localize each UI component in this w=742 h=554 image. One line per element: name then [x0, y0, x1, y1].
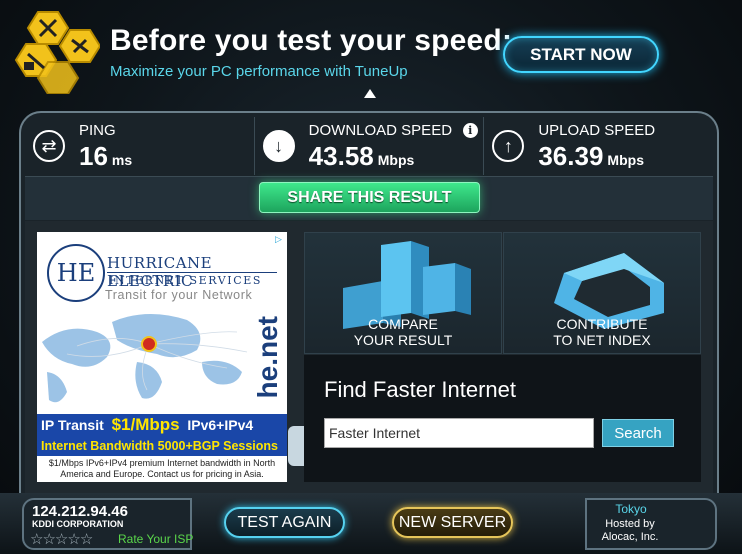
banner-subtitle[interactable]: Maximize your PC performance with TuneUp	[110, 63, 408, 80]
find-faster-internet-panel: Find Faster Internet Search	[304, 355, 701, 482]
server-city: Tokyo	[615, 502, 647, 516]
star-icon[interactable]: ☆	[67, 531, 80, 548]
ad-brand: he.net	[252, 316, 283, 399]
tools-hex-logo-icon	[14, 11, 100, 94]
speedtest-app: Before you test your speed: Maximize you…	[0, 0, 742, 554]
star-icon[interactable]: ☆	[80, 531, 93, 548]
upload-unit: Mbps	[607, 152, 644, 168]
upload-label: UPLOAD SPEED	[538, 122, 656, 139]
compare-line1: COMPARE	[368, 316, 438, 332]
upload-stat: ↑ UPLOAD SPEED 36.39 Mbps	[484, 117, 713, 175]
upload-value: 36.39 Mbps	[538, 141, 644, 172]
ad-fineprint: $1/Mbps IPv6+IPv4 premium Internet bandw…	[48, 458, 276, 479]
contribute-label: CONTRIBUTE TO NET INDEX	[504, 316, 700, 348]
start-now-button[interactable]: START NOW	[503, 36, 659, 73]
host-name: Alocac, Inc.	[601, 531, 659, 543]
ad-transit-prefix: IP Transit	[41, 417, 104, 433]
ad-price: $1/Mbps	[111, 415, 180, 434]
ad-subtitle: INTERNET SERVICES	[109, 274, 263, 287]
ping-unit: ms	[111, 152, 133, 168]
find-search-input[interactable]	[324, 418, 594, 448]
test-again-button[interactable]: TEST AGAIN	[224, 507, 345, 538]
hurricane-electric-ad[interactable]: ▷ HE HURRICANE ELECTRIC INTERNET SERVICE…	[37, 232, 287, 482]
rate-isp-link[interactable]: Rate Your ISP	[118, 532, 193, 546]
compare-line2: YOUR RESULT	[353, 332, 453, 348]
rating-stars[interactable]: ☆☆☆☆☆	[30, 530, 93, 548]
contribute-net-index-tile[interactable]: CONTRIBUTE TO NET INDEX	[503, 232, 701, 354]
download-number: 43.58	[308, 141, 374, 171]
server-host: Hosted by Alocac, Inc.	[590, 518, 670, 544]
banner-title: Before you test your speed:	[110, 24, 513, 57]
contribute-line2: TO NET INDEX	[553, 332, 651, 348]
compare-label: COMPARE YOUR RESULT	[305, 316, 501, 348]
ping-number: 16	[79, 141, 108, 171]
adchoices-icon[interactable]: ▷	[275, 234, 285, 244]
find-search-button[interactable]: Search	[602, 419, 674, 447]
tuneup-banner[interactable]: Before you test your speed: Maximize you…	[0, 0, 742, 110]
download-label: DOWNLOAD SPEED	[308, 122, 453, 139]
share-result-button[interactable]: SHARE THIS RESULT	[259, 182, 480, 213]
hosted-by-label: Hosted by	[605, 518, 655, 530]
caret-up-icon	[364, 89, 376, 98]
ad-tagline: Transit for your Network	[105, 288, 253, 302]
star-icon[interactable]: ☆	[30, 531, 43, 548]
ad-ipv: IPv6+IPv4	[187, 417, 254, 433]
ping-stat: ⇄ PING 16 ms	[25, 117, 255, 175]
upload-number: 36.39	[538, 141, 604, 171]
contribute-line1: CONTRIBUTE	[556, 316, 648, 332]
star-icon[interactable]: ☆	[42, 531, 55, 548]
star-icon[interactable]: ☆	[55, 531, 68, 548]
download-unit: Mbps	[377, 152, 415, 168]
download-arrow-icon: ↓	[262, 130, 295, 162]
ping-label: PING	[79, 122, 116, 139]
download-value: 43.58 Mbps	[309, 141, 415, 172]
world-map-icon	[42, 313, 248, 403]
ping-value: 16 ms	[79, 141, 132, 172]
ad-divider	[107, 272, 277, 273]
share-side-tab[interactable]	[288, 426, 304, 466]
find-title: Find Faster Internet	[324, 377, 516, 402]
ad-bandwidth-bar: Internet Bandwidth 5000+BGP Sessions	[37, 436, 287, 456]
isp-name: KDDI CORPORATION	[32, 519, 124, 529]
compare-result-tile[interactable]: COMPARE YOUR RESULT	[304, 232, 502, 354]
he-logo-icon: HE	[47, 244, 105, 302]
download-stat: ↓ DOWNLOAD SPEED i 43.58 Mbps	[255, 117, 485, 175]
stats-bar: ⇄ PING 16 ms ↓ DOWNLOAD SPEED i 43.58 Mbps…	[25, 117, 713, 175]
ad-transit-bar: IP Transit $1/Mbps IPv6+IPv4	[37, 414, 287, 436]
info-icon[interactable]: i	[462, 123, 478, 138]
new-server-button[interactable]: NEW SERVER	[392, 507, 513, 538]
upload-arrow-icon: ↑	[492, 130, 525, 162]
ping-arrows-icon: ⇄	[33, 130, 65, 162]
ip-address: 124.212.94.46	[32, 503, 128, 520]
